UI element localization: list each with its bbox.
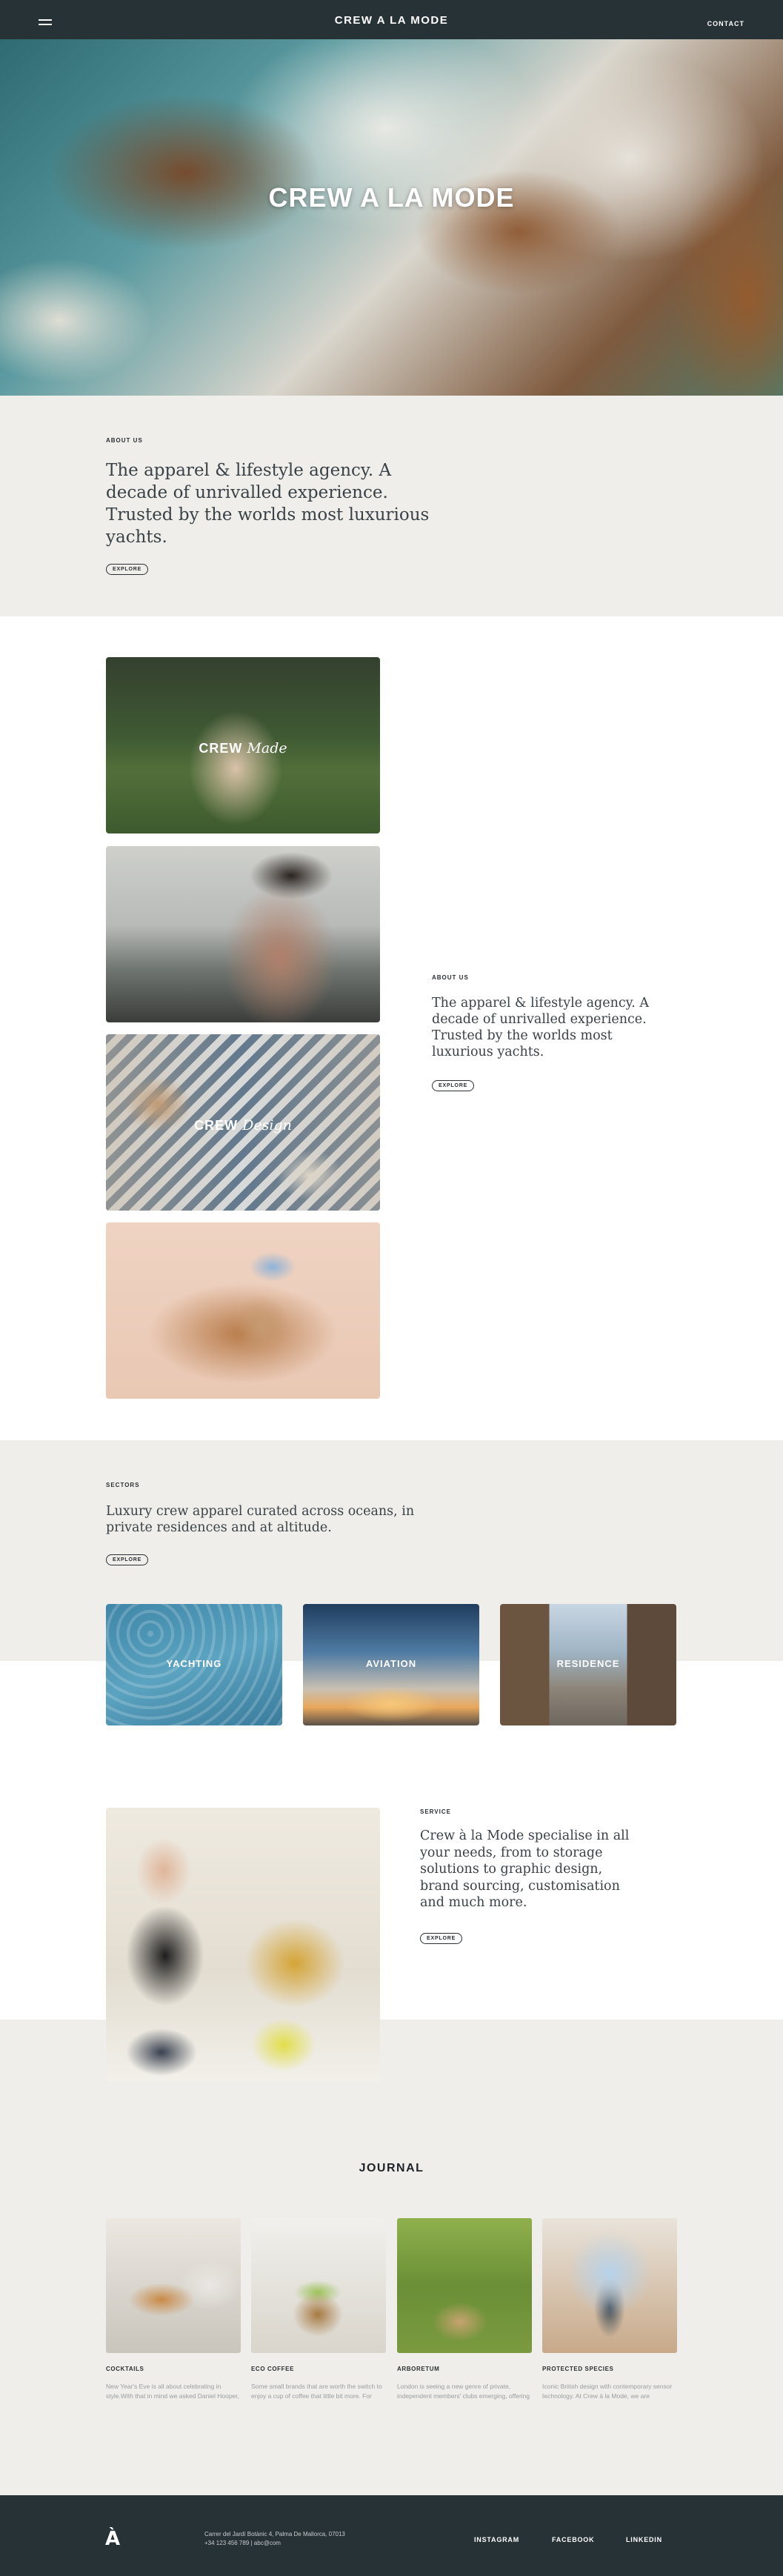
journal-card-excerpt: New Year's Eve is all about celebrating … <box>106 2383 240 2400</box>
hero-banner: CREW A LA MODE <box>0 39 783 396</box>
journal-title: JOURNAL <box>359 2162 424 2174</box>
top-nav: CREW A LA MODE CONTACT <box>0 0 783 39</box>
about-side-label: ABOUT US <box>432 974 469 981</box>
journal-image[interactable] <box>542 2218 677 2353</box>
caption-em: Made <box>247 740 287 756</box>
sector-label: RESIDENCE <box>556 1658 620 1669</box>
journal-card-title[interactable]: PROTECTED SPECIES <box>542 2366 677 2372</box>
sector-card-aviation[interactable]: AVIATION <box>303 1604 479 1725</box>
journal-card-title[interactable]: ARBORETUM <box>397 2366 532 2372</box>
service-label: SERVICE <box>420 1808 451 1815</box>
journal-card-eco-coffee[interactable]: ECO COFFEE Some small brands that are wo… <box>251 2218 386 2400</box>
service-text: Crew à la Mode specialise in all your ne… <box>420 1828 630 1910</box>
footer: À Carrer del Jardí Botànic 4, Palma De M… <box>0 2495 783 2576</box>
gallery-image-portrait[interactable] <box>106 846 380 1022</box>
journal-image[interactable] <box>251 2218 386 2353</box>
about-side-text: The apparel & lifestyle agency. A decade… <box>432 996 649 1059</box>
journal-card-cocktails[interactable]: COCKTAILS New Year's Eve is all about ce… <box>106 2218 241 2400</box>
gallery-image-crew-made[interactable]: CREW Made <box>106 657 380 833</box>
journal-image[interactable] <box>106 2218 241 2353</box>
journal-card-protected-species[interactable]: PROTECTED SPECIES Iconic British design … <box>542 2218 677 2400</box>
instagram-link[interactable]: INSTAGRAM <box>474 2536 519 2543</box>
about-side-explore-button[interactable]: EXPLORE <box>432 1080 475 1091</box>
gallery-caption: CREW Made <box>106 740 380 756</box>
journal-card-excerpt: London is seeing a new genre of private,… <box>397 2383 530 2400</box>
gallery-image-packaging[interactable] <box>106 1222 380 1399</box>
contact-line: +34 123 456 789 | abc@com <box>204 2540 281 2546</box>
caption-strong: CREW <box>199 741 243 756</box>
sector-card-yachting[interactable]: YACHTING <box>106 1604 282 1725</box>
linkedin-link[interactable]: LINKEDIN <box>626 2536 662 2543</box>
sectors-explore-button[interactable]: EXPLORE <box>106 1554 149 1565</box>
journal-image[interactable] <box>397 2218 532 2353</box>
about-explore-button[interactable]: EXPLORE <box>106 564 149 575</box>
journal-card-title[interactable]: ECO COFFEE <box>251 2366 386 2372</box>
contact-link[interactable]: CONTACT <box>707 20 744 27</box>
facebook-link[interactable]: FACEBOOK <box>552 2536 594 2543</box>
footer-logo[interactable]: À <box>105 2528 120 2550</box>
address-line: Carrer del Jardí Botànic 4, Palma De Mal… <box>204 2531 345 2537</box>
caption-strong: CREW <box>194 1118 239 1133</box>
journal-card-excerpt: Iconic British design with contemporary … <box>542 2383 673 2400</box>
service-explore-button[interactable]: EXPLORE <box>420 1933 463 1944</box>
sector-label: YACHTING <box>166 1658 222 1669</box>
sectors-text: Luxury crew apparel curated across ocean… <box>106 1504 415 1535</box>
about-section: ABOUT US The apparel & lifestyle agency.… <box>0 396 783 616</box>
journal-card-excerpt: Some small brands that are worth the swi… <box>251 2383 382 2400</box>
gallery-caption: CREW Design <box>106 1117 380 1134</box>
about-text: The apparel & lifestyle agency. A decade… <box>106 461 430 547</box>
gallery-image-crew-design[interactable]: CREW Design <box>106 1034 380 1211</box>
brand-logo[interactable]: CREW A LA MODE <box>0 14 783 27</box>
caption-em: Design <box>242 1117 292 1134</box>
sectors-label: SECTORS <box>106 1482 140 1488</box>
sector-card-residence[interactable]: RESIDENCE <box>500 1604 676 1725</box>
sector-label: AVIATION <box>365 1658 417 1669</box>
footer-address: Carrer del Jardí Botànic 4, Palma De Mal… <box>204 2530 345 2548</box>
about-label: ABOUT US <box>106 437 143 444</box>
hero-title: CREW A LA MODE <box>268 182 515 213</box>
journal-card-title[interactable]: COCKTAILS <box>106 2366 241 2372</box>
journal-card-arboretum[interactable]: ARBORETUM London is seeing a new genre o… <box>397 2218 532 2400</box>
service-image <box>106 1808 380 2082</box>
